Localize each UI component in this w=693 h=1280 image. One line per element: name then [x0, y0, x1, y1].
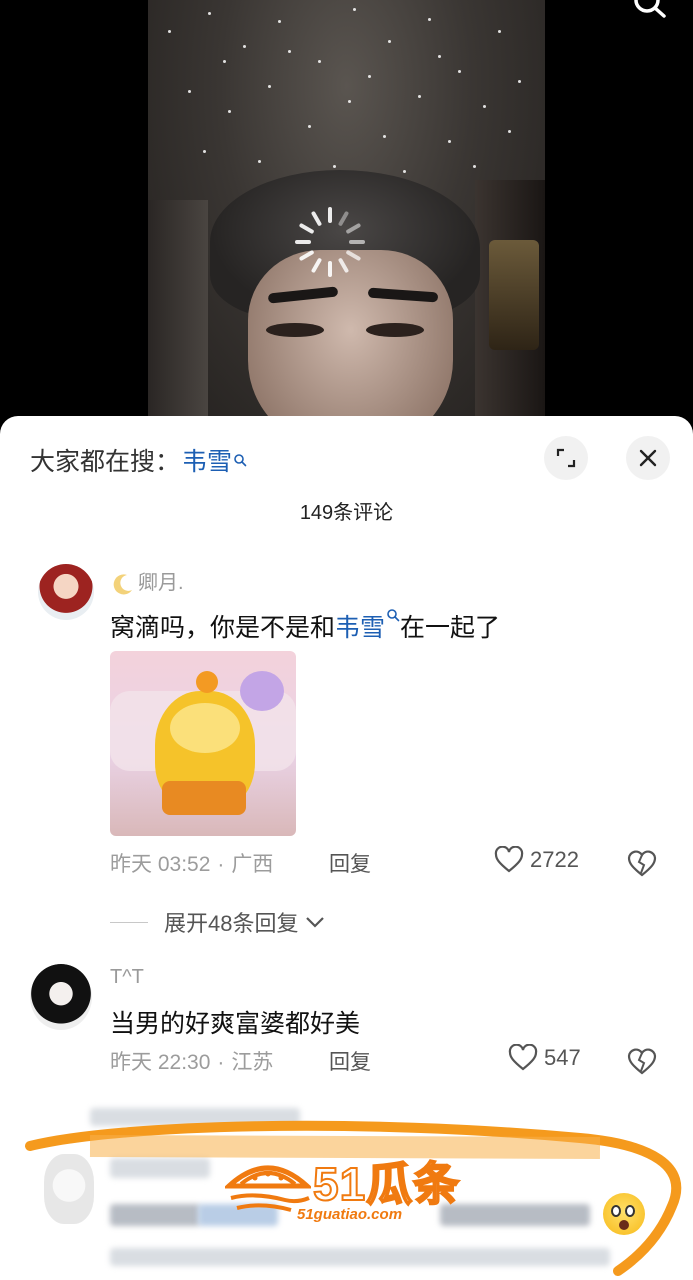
comment-meta: 昨天 03:52 · 广西	[110, 853, 274, 876]
video-frame[interactable]	[148, 0, 545, 430]
heart-icon	[494, 846, 524, 873]
moon-icon	[113, 574, 132, 595]
comment-username[interactable]: 卿月.	[110, 566, 184, 597]
comment-location: 江苏	[231, 1051, 274, 1074]
comment-keyword-link[interactable]: 韦雪	[335, 614, 385, 642]
comment-time: 昨天 22:30	[110, 1051, 211, 1074]
close-button[interactable]	[626, 436, 670, 480]
like-count: 2722	[530, 847, 579, 872]
chevron-down-icon	[306, 917, 325, 928]
watermark-brand: 51瓜条	[312, 1157, 461, 1211]
heart-icon	[508, 1044, 538, 1071]
left-eye	[266, 323, 324, 337]
comment-sticker-image[interactable]	[110, 651, 296, 836]
video-player[interactable]	[0, 0, 693, 430]
comment-location: 广西	[231, 853, 274, 876]
watermark-url: 51guatiao.com	[297, 1206, 403, 1223]
search-small-icon	[387, 609, 400, 622]
like-button[interactable]: 547	[508, 1044, 581, 1072]
expand-icon	[556, 448, 576, 468]
comment-text-after: 在一起了	[400, 614, 501, 642]
close-icon	[639, 449, 657, 467]
blurred-comment-area: 51瓜条 51guatiao.com	[0, 1096, 693, 1280]
comment-text: 当男的好爽富婆都好美	[110, 1010, 361, 1038]
comment-time: 昨天 03:52	[110, 853, 211, 876]
search-icon[interactable]	[631, 0, 671, 26]
comment-count: 149条评论	[299, 502, 394, 524]
comment-text: 窝滴吗，你是不是和韦雪 在一起了	[110, 608, 500, 644]
right-eye	[366, 323, 424, 337]
comment-text-before: 窝滴吗，你是不是和	[110, 614, 336, 642]
avatar[interactable]	[38, 564, 94, 620]
expand-button[interactable]	[544, 436, 588, 480]
trending-search[interactable]: 大家都在搜： 韦雪	[30, 440, 247, 480]
search-small-icon	[234, 454, 247, 467]
car-interior-left	[148, 200, 208, 430]
comments-sheet: 大家都在搜： 韦雪 149条评论 卿月. 窝滴吗，你是不是和韦雪 在一起了 昨天…	[0, 416, 693, 1280]
loading-spinner-icon	[293, 205, 367, 279]
expand-replies-label: 展开48条回复	[164, 911, 299, 936]
comment-meta: 昨天 22:30 · 江苏	[110, 1051, 274, 1074]
like-count: 547	[544, 1045, 581, 1070]
comment-username[interactable]: T^T	[110, 966, 144, 989]
broken-heart-icon[interactable]	[626, 1045, 658, 1077]
reply-button[interactable]: 回复	[329, 848, 371, 878]
watermark-logo: 51瓜条 51guatiao.com	[225, 1156, 470, 1230]
emoji-icon[interactable]	[603, 1193, 645, 1235]
expand-replies-button[interactable]: 展开48条回复	[110, 906, 326, 938]
like-button[interactable]: 2722	[494, 846, 579, 874]
reply-button[interactable]: 回复	[329, 1046, 371, 1076]
avatar[interactable]	[30, 964, 92, 1030]
trending-search-keyword[interactable]: 韦雪	[182, 442, 232, 478]
comment-username-text: 卿月.	[138, 572, 184, 594]
car-interior-right	[475, 180, 545, 430]
broken-heart-icon[interactable]	[626, 847, 658, 879]
trending-search-label: 大家都在搜：	[30, 448, 181, 476]
